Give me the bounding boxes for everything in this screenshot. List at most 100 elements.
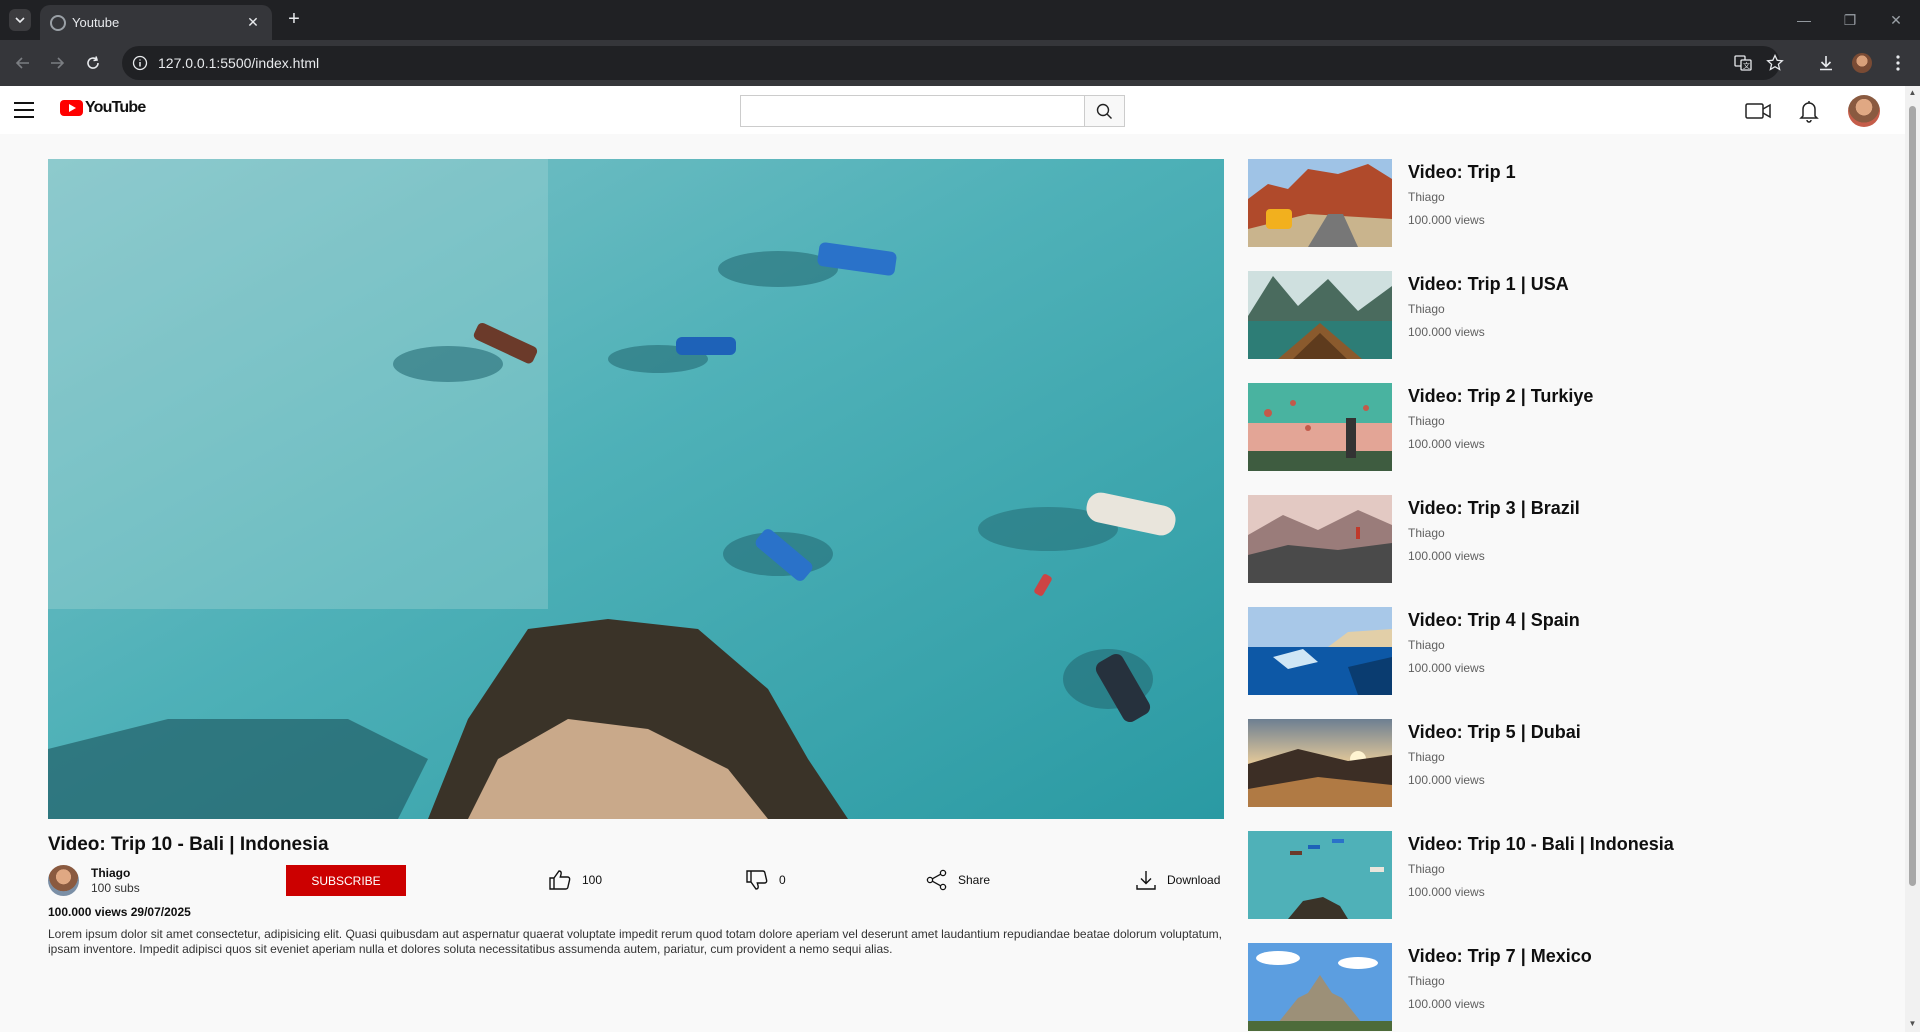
related-title[interactable]: Video: Trip 2 | Turkiye xyxy=(1408,386,1593,407)
share-icon xyxy=(926,869,947,891)
hamburger-menu-icon[interactable] xyxy=(14,102,34,118)
browser-tab[interactable]: Youtube ✕ xyxy=(40,5,272,40)
create-video-icon[interactable] xyxy=(1745,98,1771,124)
arrow-left-icon xyxy=(15,57,29,69)
forward-button[interactable] xyxy=(46,52,68,74)
related-channel: Thiago xyxy=(1408,526,1445,540)
related-channel: Thiago xyxy=(1408,862,1445,876)
share-label: Share xyxy=(958,873,991,887)
related-video-item[interactable]: Video: Trip 3 | Brazil Thiago 100.000 vi… xyxy=(1248,495,1888,583)
related-video-item[interactable]: Video: Trip 5 | Dubai Thiago 100.000 vie… xyxy=(1248,719,1888,807)
download-label: Download xyxy=(1167,873,1221,887)
related-channel: Thiago xyxy=(1408,974,1445,988)
search-button[interactable] xyxy=(1084,95,1125,127)
tab-search-button[interactable] xyxy=(9,9,31,31)
related-video-item[interactable]: Video: Trip 10 - Bali | Indonesia Thiago… xyxy=(1248,831,1888,919)
tab-title: Youtube xyxy=(72,15,120,30)
svg-text:文: 文 xyxy=(1743,61,1750,70)
related-channel: Thiago xyxy=(1408,750,1445,764)
related-channel: Thiago xyxy=(1408,302,1445,316)
related-views: 100.000 views xyxy=(1408,661,1485,675)
reload-button[interactable] xyxy=(82,52,104,74)
new-tab-button[interactable]: + xyxy=(282,7,306,31)
logo-text: YouTube xyxy=(85,99,146,116)
video-player[interactable] xyxy=(48,159,1224,819)
video-frame-image xyxy=(48,159,1224,819)
info-icon[interactable] xyxy=(132,55,148,71)
download-button[interactable]: Download xyxy=(1135,868,1220,892)
restore-window-button[interactable]: ❐ xyxy=(1838,8,1862,32)
related-views: 100.000 views xyxy=(1408,213,1485,227)
chevron-down-icon xyxy=(15,17,25,24)
close-tab-icon[interactable]: ✕ xyxy=(244,13,262,31)
channel-name[interactable]: Thiago xyxy=(91,866,130,880)
related-views: 100.000 views xyxy=(1408,437,1485,451)
play-logo-icon xyxy=(60,100,83,116)
related-video-item[interactable]: Video: Trip 1 | USA Thiago 100.000 views xyxy=(1248,271,1888,359)
channel-subscribers: 100 subs xyxy=(91,881,140,895)
related-views: 100.000 views xyxy=(1408,773,1485,787)
translate-icon[interactable]: 文 xyxy=(1734,54,1752,72)
video-thumbnail[interactable] xyxy=(1248,719,1392,807)
related-title[interactable]: Video: Trip 1 xyxy=(1408,162,1516,183)
notifications-bell-icon[interactable] xyxy=(1796,98,1822,124)
youtube-logo[interactable]: YouTube xyxy=(60,99,146,117)
related-views: 100.000 views xyxy=(1408,997,1485,1011)
scrollbar-thumb[interactable] xyxy=(1909,106,1916,886)
star-icon[interactable] xyxy=(1766,54,1784,72)
video-thumbnail[interactable] xyxy=(1248,495,1392,583)
url-text: 127.0.0.1:5500/index.html xyxy=(158,55,320,71)
related-title[interactable]: Video: Trip 3 | Brazil xyxy=(1408,498,1580,519)
thumbs-down-icon xyxy=(746,870,768,890)
scroll-down-arrow-icon[interactable]: ▼ xyxy=(1908,1020,1917,1028)
like-button[interactable]: 100 xyxy=(548,868,602,892)
search-input[interactable] xyxy=(741,96,1084,126)
video-thumbnail[interactable] xyxy=(1248,383,1392,471)
video-thumbnail[interactable] xyxy=(1248,159,1392,247)
video-title: Video: Trip 10 - Bali | Indonesia xyxy=(48,834,329,855)
address-bar[interactable]: 127.0.0.1:5500/index.html 文 xyxy=(122,46,1784,80)
globe-icon xyxy=(50,15,66,31)
user-avatar[interactable] xyxy=(1848,95,1880,127)
related-video-item[interactable]: Video: Trip 4 | Spain Thiago 100.000 vie… xyxy=(1248,607,1888,695)
related-channel: Thiago xyxy=(1408,190,1445,204)
thumbs-up-icon xyxy=(549,870,571,890)
video-description: Lorem ipsum dolor sit amet consectetur, … xyxy=(48,927,1222,956)
related-video-item[interactable]: Video: Trip 7 | Mexico Thiago 100.000 vi… xyxy=(1248,943,1888,1031)
browser-tab-bar: Youtube ✕ + — ❐ ✕ xyxy=(0,0,1920,40)
related-title[interactable]: Video: Trip 5 | Dubai xyxy=(1408,722,1581,743)
site-header: YouTube xyxy=(0,86,1905,134)
video-thumbnail[interactable] xyxy=(1248,607,1392,695)
related-views: 100.000 views xyxy=(1408,325,1485,339)
search-icon xyxy=(1096,103,1112,119)
video-thumbnail[interactable] xyxy=(1248,943,1392,1031)
arrow-right-icon xyxy=(51,57,65,69)
dislike-count: 0 xyxy=(779,873,786,887)
related-title[interactable]: Video: Trip 10 - Bali | Indonesia xyxy=(1408,834,1674,855)
related-title[interactable]: Video: Trip 7 | Mexico xyxy=(1408,946,1592,967)
minimize-window-button[interactable]: — xyxy=(1792,8,1816,32)
video-thumbnail[interactable] xyxy=(1248,831,1392,919)
related-title[interactable]: Video: Trip 4 | Spain xyxy=(1408,610,1580,631)
related-video-item[interactable]: Video: Trip 1 Thiago 100.000 views xyxy=(1248,159,1888,247)
back-button[interactable] xyxy=(12,52,34,74)
search-box xyxy=(740,95,1085,127)
subscribe-button[interactable]: SUBSCRIBE xyxy=(286,865,406,896)
related-title[interactable]: Video: Trip 1 | USA xyxy=(1408,274,1569,295)
related-channel: Thiago xyxy=(1408,638,1445,652)
menu-kebab-icon[interactable] xyxy=(1887,52,1909,74)
related-views: 100.000 views xyxy=(1408,549,1485,563)
video-thumbnail[interactable] xyxy=(1248,271,1392,359)
share-button[interactable]: Share xyxy=(926,868,990,892)
scroll-up-arrow-icon[interactable]: ▲ xyxy=(1908,89,1917,97)
reload-icon xyxy=(87,56,99,69)
page-scrollbar[interactable]: ▲ ▼ xyxy=(1905,86,1920,1032)
related-video-item[interactable]: Video: Trip 2 | Turkiye Thiago 100.000 v… xyxy=(1248,383,1888,471)
channel-avatar[interactable] xyxy=(48,865,79,896)
close-window-button[interactable]: ✕ xyxy=(1884,8,1908,32)
profile-avatar[interactable] xyxy=(1851,52,1873,74)
dislike-button[interactable]: 0 xyxy=(745,868,786,892)
download-icon[interactable] xyxy=(1815,52,1837,74)
browser-toolbar: 127.0.0.1:5500/index.html 文 xyxy=(0,40,1920,86)
page-content: YouTube Video: Trip 10 - Bali | Indonesi… xyxy=(0,86,1905,1032)
